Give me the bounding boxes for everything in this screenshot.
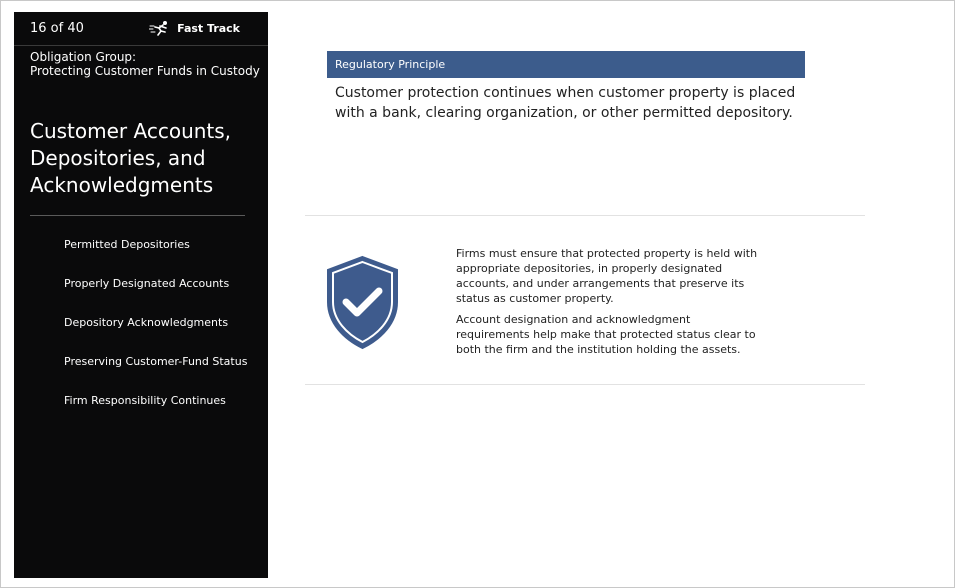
detail-paragraph: Firms must ensure that protected propert… bbox=[456, 247, 758, 305]
brand-logo: Fast Track bbox=[149, 20, 240, 36]
toc-item-permitted-depositories[interactable]: Permitted Depositories bbox=[64, 238, 247, 277]
toc-item-preserving-customer-fund-status[interactable]: Preserving Customer-Fund Status bbox=[64, 355, 247, 394]
sidebar: 16 of 40 Fast Track Obligation Group: Pr… bbox=[14, 12, 268, 578]
group-label: Obligation Group: bbox=[30, 50, 137, 64]
divider-bottom bbox=[305, 384, 865, 385]
running-figure-icon bbox=[149, 21, 168, 36]
page-counter: 16 of 40 bbox=[30, 21, 84, 36]
detail-text: Firms must ensure that protected propert… bbox=[456, 246, 761, 363]
table-of-contents: Permitted Depositories Properly Designat… bbox=[64, 238, 247, 433]
sidebar-divider bbox=[30, 215, 245, 216]
toc-item-properly-designated-accounts[interactable]: Properly Designated Accounts bbox=[64, 277, 247, 316]
group-name: Protecting Customer Funds in Custody bbox=[30, 64, 260, 78]
shield-check-icon bbox=[327, 255, 398, 350]
principle-text: Customer protection continues when custo… bbox=[335, 85, 796, 121]
brand-label: Fast Track bbox=[177, 21, 240, 35]
divider-top bbox=[305, 215, 865, 216]
sidebar-header: 16 of 40 Fast Track bbox=[14, 12, 268, 46]
toc-item-depository-acknowledgments[interactable]: Depository Acknowledgments bbox=[64, 316, 247, 355]
principle-header: Regulatory Principle bbox=[327, 51, 805, 78]
detail-paragraph: Account designation and acknowledgment r… bbox=[456, 313, 756, 356]
toc-item-firm-responsibility-continues[interactable]: Firm Responsibility Continues bbox=[64, 394, 247, 433]
obligation-group: Obligation Group: Protecting Customer Fu… bbox=[30, 50, 260, 78]
section-title: Customer Accounts, Depositories, and Ack… bbox=[30, 119, 232, 197]
app-window: 16 of 40 Fast Track Obligation Group: Pr… bbox=[0, 0, 955, 588]
